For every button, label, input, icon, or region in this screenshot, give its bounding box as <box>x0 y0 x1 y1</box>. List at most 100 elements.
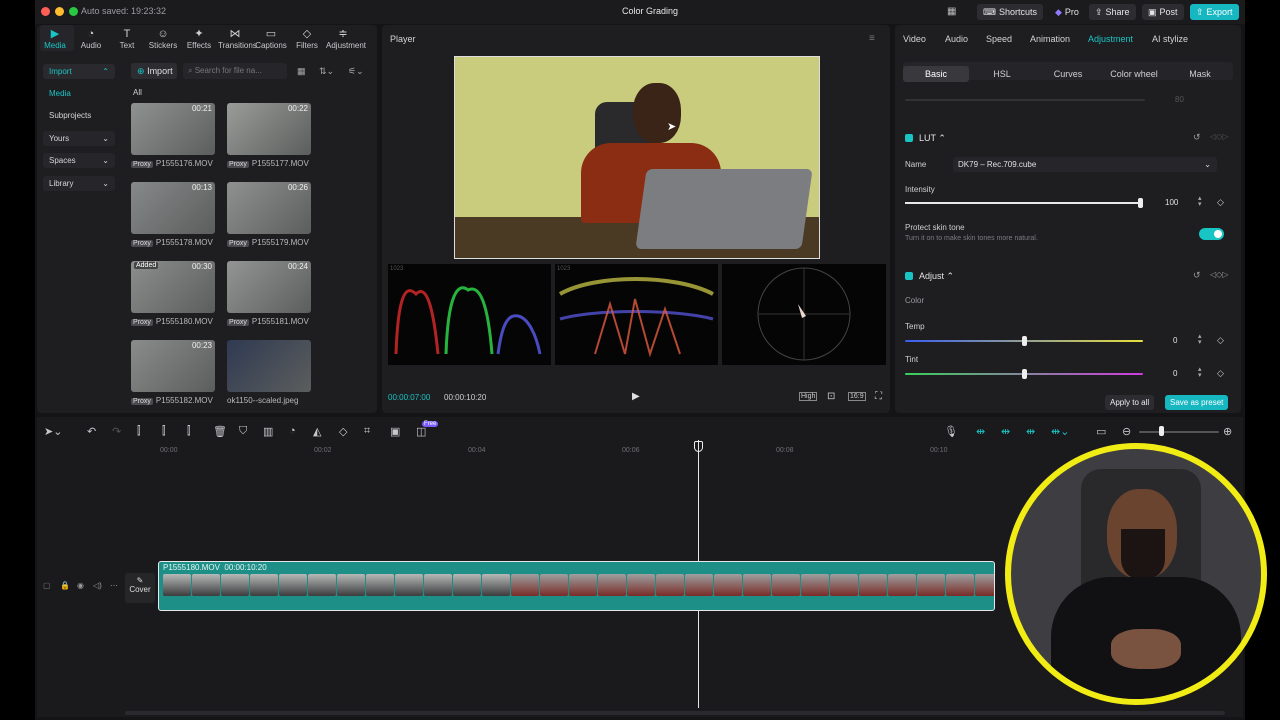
marker-icon[interactable]: ⛉ <box>239 425 247 438</box>
tab-ai-stylize[interactable]: AI stylize <box>1152 34 1188 44</box>
post-button[interactable]: ▣ Post <box>1142 4 1184 20</box>
lut-select[interactable]: DK79 – Rec.709.cube ⌄ <box>953 157 1217 172</box>
media-thumbnail[interactable]: 00:24 <box>227 261 311 313</box>
media-thumbnail[interactable]: 00:21 <box>131 103 215 155</box>
audio-mute-icon[interactable]: ◁) <box>93 581 102 590</box>
freeze-icon[interactable]: ▥ <box>263 425 273 438</box>
sidebar-item-yours[interactable]: Yours ⌄ <box>43 131 115 146</box>
subtab-hsl[interactable]: HSL <box>969 66 1035 82</box>
apply-to-all-button[interactable]: Apply to all <box>1105 395 1155 410</box>
preview-axis-icon[interactable]: ⇹⌄ <box>1051 425 1069 438</box>
import-button[interactable]: ⊕ Import <box>131 63 177 79</box>
track-cover-icon[interactable]: ▢ <box>43 581 51 590</box>
timeline-clip[interactable]: P1555180.MOV 00:00:10:20 <box>158 561 995 611</box>
tab-audio[interactable]: ◔ Audio <box>74 27 108 50</box>
timeline-scrollbar[interactable] <box>125 711 1225 715</box>
view-grid-icon[interactable]: ▦ <box>297 66 306 77</box>
minimize-window-button[interactable] <box>55 7 64 16</box>
share-button[interactable]: ⇪ Share <box>1089 4 1136 20</box>
tab-adjustment[interactable]: Adjustment <box>1088 34 1133 44</box>
tab-video[interactable]: Video <box>903 34 926 44</box>
undo-icon[interactable]: ↶ <box>87 425 96 438</box>
crop-icon[interactable]: ⌗ <box>364 425 370 438</box>
media-thumbnail[interactable]: 00:26 <box>227 182 311 234</box>
zoom-knob[interactable] <box>1159 426 1164 436</box>
shortcuts-button[interactable]: ⌨ Shortcuts <box>977 4 1044 20</box>
search-input[interactable]: ⌕ Search for file na... <box>183 63 287 79</box>
mirror-icon[interactable]: ◭ <box>313 425 321 438</box>
pro-button[interactable]: ◆ Pro <box>1049 4 1085 20</box>
subtab-curves[interactable]: Curves <box>1035 66 1101 82</box>
stepper-icon[interactable]: ▴ ▾ <box>1198 366 1202 379</box>
play-button[interactable]: ▶ <box>632 391 640 402</box>
playhead-handle[interactable] <box>694 441 703 452</box>
tab-stickers[interactable]: ☺ Stickers <box>146 27 180 50</box>
keyframe-icon[interactable]: ◇ <box>1217 368 1224 379</box>
tab-audio[interactable]: Audio <box>945 34 968 44</box>
video-preview[interactable]: ➤ <box>454 56 820 259</box>
protect-skin-toggle[interactable] <box>1199 228 1224 240</box>
stepper-icon[interactable]: ▴ ▾ <box>1198 333 1202 346</box>
temp-value[interactable]: 0 <box>1173 336 1177 345</box>
intensity-value[interactable]: 100 <box>1165 198 1178 207</box>
microphone-icon[interactable]: 🎙 <box>944 425 958 438</box>
subtab-color-wheel[interactable]: Color wheel <box>1101 66 1167 82</box>
focus-icon[interactable]: ⊡ <box>827 391 835 402</box>
lut-checkbox[interactable] <box>905 134 913 142</box>
sidebar-item-media[interactable]: Media <box>43 86 115 101</box>
tab-media[interactable]: ▶ Media <box>38 27 72 50</box>
tint-knob[interactable] <box>1022 369 1027 379</box>
caption-icon[interactable]: ▭ <box>1096 425 1106 438</box>
tint-value[interactable]: 0 <box>1173 369 1177 378</box>
lut-title[interactable]: LUT ⌃ <box>919 133 946 144</box>
redo-icon[interactable]: ↷ <box>112 425 121 438</box>
link-clips-icon[interactable]: ⇹ <box>1026 425 1035 438</box>
quality-button[interactable]: High <box>799 392 818 401</box>
split-right-icon[interactable]: ⫿ <box>187 425 191 438</box>
tab-filters[interactable]: ◇ Filters <box>290 27 324 50</box>
tab-effects[interactable]: ✦ Effects <box>182 27 216 50</box>
top-slider[interactable] <box>905 99 1145 101</box>
keyframe-icon[interactable]: ◇ <box>1217 335 1224 346</box>
select-tool-icon[interactable]: ➤⌄ <box>44 425 62 438</box>
subtab-basic[interactable]: Basic <box>903 66 969 82</box>
tab-transitions[interactable]: ⋈ Transitions <box>218 27 257 50</box>
auto-reframe-icon[interactable]: ▣ <box>390 425 400 438</box>
tab-adjustment[interactable]: ≑ Adjustment <box>326 27 366 50</box>
intensity-slider[interactable] <box>905 202 1141 204</box>
media-thumbnail[interactable]: 00:13 <box>131 182 215 234</box>
zoom-window-button[interactable] <box>69 7 78 16</box>
keyframe-nav-icon[interactable]: ◁◇▷ <box>1210 270 1228 279</box>
sidebar-import[interactable]: Import ⌃ <box>43 64 115 79</box>
adjust-title[interactable]: Adjust ⌃ <box>919 271 954 282</box>
sort-icon[interactable]: ⇅⌄ <box>319 66 334 77</box>
media-thumbnail[interactable]: 00:30 Added <box>131 261 215 313</box>
tab-captions[interactable]: ▭ Captions <box>254 27 288 50</box>
media-thumbnail[interactable] <box>227 340 311 392</box>
magnet-icon[interactable]: ⇹ <box>1001 425 1010 438</box>
sidebar-item-subprojects[interactable]: Subprojects <box>43 108 115 123</box>
filter-icon[interactable]: ⚟⌄ <box>348 66 364 77</box>
save-as-preset-button[interactable]: Save as preset <box>1165 395 1229 410</box>
split-left-icon[interactable]: ⫿ <box>162 425 166 438</box>
split-icon[interactable]: ⫿ <box>137 425 141 438</box>
sidebar-item-library[interactable]: Library ⌄ <box>43 176 115 191</box>
subtab-mask[interactable]: Mask <box>1167 66 1233 82</box>
link-main-track-icon[interactable]: ⇹ <box>976 425 985 438</box>
keyframe-icon[interactable]: ◇ <box>1217 197 1224 208</box>
temp-knob[interactable] <box>1022 336 1027 346</box>
reset-icon[interactable]: ↺ <box>1193 270 1201 281</box>
speed-icon[interactable]: ◔ <box>289 425 296 437</box>
reset-icon[interactable]: ↺ <box>1193 132 1201 143</box>
rotate-icon[interactable]: ◇ <box>339 425 347 438</box>
more-icon[interactable]: ⋯ <box>110 581 118 590</box>
delete-icon[interactable]: 🗑 <box>213 425 227 438</box>
fullscreen-icon[interactable]: ⛶ <box>875 391 882 402</box>
sidebar-item-spaces[interactable]: Spaces ⌄ <box>43 153 115 168</box>
tab-text[interactable]: T Text <box>110 27 144 50</box>
close-window-button[interactable] <box>41 7 50 16</box>
zoom-slider[interactable] <box>1139 431 1219 433</box>
tab-animation[interactable]: Animation <box>1030 34 1070 44</box>
tab-speed[interactable]: Speed <box>986 34 1012 44</box>
adjust-checkbox[interactable] <box>905 272 913 280</box>
